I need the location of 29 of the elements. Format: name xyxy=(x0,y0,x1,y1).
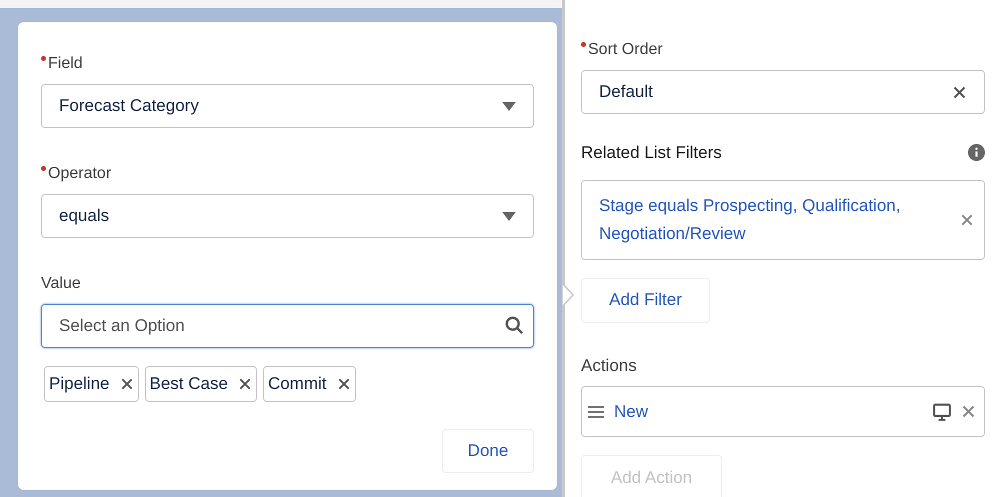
clear-icon[interactable] xyxy=(952,84,967,100)
remove-icon[interactable] xyxy=(336,377,350,391)
add-filter-button[interactable]: Add Filter xyxy=(581,278,710,322)
search-icon xyxy=(505,316,524,335)
done-button[interactable]: Done xyxy=(442,429,534,473)
action-item[interactable]: New xyxy=(581,386,985,437)
filter-item[interactable]: Stage equals Prospecting, Qualification, Negotiation/Review xyxy=(581,180,985,260)
field-label: Value xyxy=(41,274,81,294)
value-pill[interactable]: Commit xyxy=(262,366,356,402)
field-label: Operator xyxy=(48,164,112,184)
section-label: Actions xyxy=(581,354,638,376)
section-label: Related List Filters xyxy=(581,142,722,164)
value-pill[interactable]: Best Case xyxy=(144,366,257,402)
sort-order-field[interactable]: Default xyxy=(581,70,985,114)
field-label: Sort Order xyxy=(588,40,663,60)
remove-icon[interactable] xyxy=(961,404,976,419)
select-field[interactable]: equals xyxy=(41,194,534,238)
remove-icon[interactable] xyxy=(238,377,252,391)
info-icon[interactable] xyxy=(968,144,985,162)
drag-handle-icon[interactable] xyxy=(588,406,604,418)
remove-icon[interactable] xyxy=(120,377,134,391)
caret-icon xyxy=(502,212,516,220)
select-field[interactable]: Forecast Category xyxy=(41,84,534,128)
field-label: Field xyxy=(48,54,83,74)
value-pill[interactable]: Pipeline xyxy=(44,366,138,402)
caret-icon xyxy=(502,102,516,110)
search-field[interactable]: Select an Option xyxy=(41,304,534,348)
remove-icon[interactable] xyxy=(960,212,974,226)
desktop-icon xyxy=(933,402,951,420)
